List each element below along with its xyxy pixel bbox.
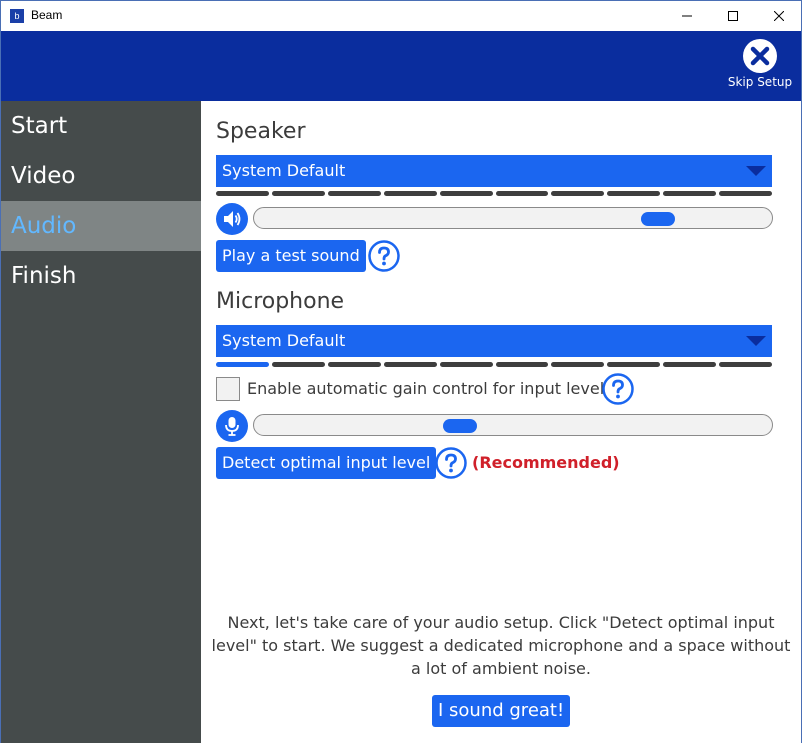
microphone-gain-thumb[interactable] — [443, 419, 477, 433]
sidebar-item-audio[interactable]: Audio — [1, 201, 201, 251]
meter-segment — [607, 191, 661, 196]
play-test-sound-button[interactable]: Play a test sound — [216, 240, 366, 272]
help-icon[interactable] — [435, 447, 467, 479]
meter-segment — [439, 362, 493, 367]
help-icon[interactable] — [602, 373, 634, 405]
detect-input-level-button[interactable]: Detect optimal input level — [216, 447, 437, 479]
meter-segment — [271, 191, 325, 196]
header-bar: Skip Setup — [1, 31, 801, 101]
meter-segment — [327, 191, 381, 196]
agc-checkbox[interactable] — [216, 377, 240, 401]
minimize-button[interactable] — [664, 1, 710, 31]
speaker-title: Speaker — [216, 119, 306, 144]
sidebar-item-start[interactable]: Start — [1, 101, 201, 151]
meter-segment — [439, 191, 493, 196]
sidebar: Start Video Audio Finish — [1, 101, 201, 743]
audio-setup-panel: Speaker System Default Play a test sound… — [201, 101, 801, 743]
app-window: b Beam Skip Setup Start Video Audio Fini… — [0, 0, 802, 743]
meter-segment — [495, 191, 549, 196]
close-icon — [774, 11, 784, 21]
meter-segment — [607, 362, 661, 367]
speaker-device-select[interactable]: System Default — [216, 155, 772, 187]
meter-segment — [719, 362, 773, 367]
sidebar-item-finish[interactable]: Finish — [1, 251, 201, 301]
meter-segment — [663, 191, 717, 196]
sidebar-item-video[interactable]: Video — [1, 151, 201, 201]
skip-close-icon — [743, 39, 777, 73]
microphone-icon — [216, 410, 248, 442]
meter-segment — [383, 191, 437, 196]
close-window-button[interactable] — [756, 1, 802, 31]
audio-setup-instructions: Next, let's take care of your audio setu… — [211, 613, 791, 678]
meter-segment — [327, 362, 381, 367]
meter-segment — [271, 362, 325, 367]
speaker-volume-thumb[interactable] — [641, 212, 675, 226]
help-icon[interactable] — [368, 240, 400, 272]
meter-segment — [383, 362, 437, 367]
maximize-icon — [728, 11, 738, 21]
meter-segment — [551, 191, 605, 196]
window-title: Beam — [31, 8, 63, 22]
i-sound-great-button[interactable]: I sound great! — [432, 695, 571, 727]
microphone-device-select[interactable]: System Default — [216, 325, 772, 357]
dropdown-arrow-icon — [746, 336, 766, 346]
meter-segment — [663, 362, 717, 367]
app-logo-icon: b — [10, 9, 24, 23]
microphone-level-meter — [216, 362, 773, 367]
meter-segment — [495, 362, 549, 367]
microphone-gain-slider[interactable] — [253, 414, 773, 436]
speaker-volume-slider[interactable] — [253, 207, 773, 229]
recommended-label: (Recommended) — [472, 453, 620, 472]
meter-segment — [216, 362, 269, 367]
speaker-icon — [216, 203, 248, 235]
dropdown-arrow-icon — [746, 166, 766, 176]
agc-label: Enable automatic gain control for input … — [247, 379, 605, 398]
minimize-icon — [682, 15, 692, 17]
meter-segment — [551, 362, 605, 367]
skip-setup-label: Skip Setup — [727, 75, 793, 89]
maximize-button[interactable] — [710, 1, 756, 31]
speaker-level-meter — [216, 191, 773, 196]
microphone-device-value: System Default — [222, 331, 346, 350]
microphone-title: Microphone — [216, 289, 345, 314]
title-bar: b Beam — [1, 1, 801, 31]
meter-segment — [216, 191, 269, 196]
meter-segment — [719, 191, 773, 196]
skip-setup-button[interactable]: Skip Setup — [725, 39, 795, 89]
speaker-device-value: System Default — [222, 161, 346, 180]
